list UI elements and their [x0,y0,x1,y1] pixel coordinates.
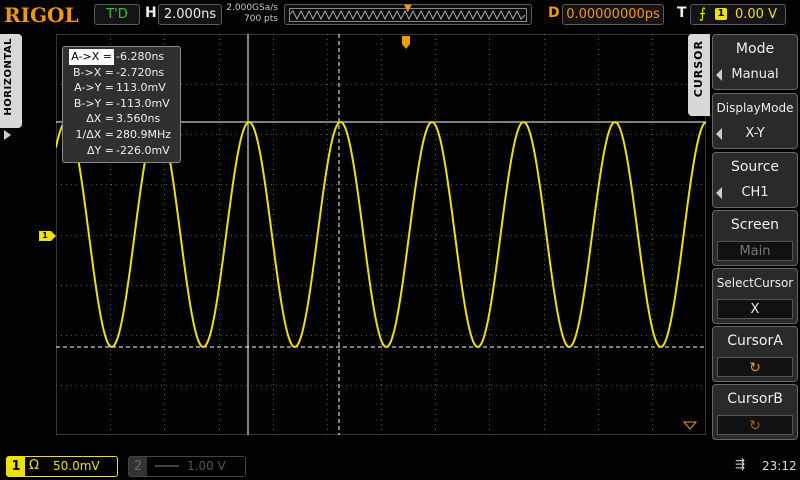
horizontal-tab-label: HORIZONTAL [3,38,14,116]
menu-cursor-b-title: CursorB [727,391,783,407]
menu-mode-value: Manual [731,67,779,82]
measurement-row: A->X = -6.280ns [69,49,165,65]
cursor-tab[interactable]: CURSOR [688,34,710,116]
delay-label: D [548,5,560,21]
measurement-row: ΔY = -226.0mV [87,143,170,157]
ch2-settings[interactable]: 2 1.00 V [128,456,246,477]
acquisition-info: 2.000GSa/s 700 pts [226,3,278,25]
measurement-row: A->Y = 113.0mV [74,81,166,95]
menu-select-cursor-title: SelectCursor [716,276,794,290]
clock: 23:12 [762,459,797,473]
menu-mode[interactable]: Mode Manual [712,34,798,90]
cursor-measurement-panel: A->X = -6.280ns B->X = -2.720ns A->Y = 113.… [62,46,181,163]
delay-value[interactable]: 0.00000000ps [562,4,664,25]
menu-cursor-a[interactable]: CursorA ↻ [712,326,798,382]
run-status[interactable]: T'D [94,4,140,25]
horizontal-arrow-icon [4,130,11,140]
menu-screen-value: Main [717,241,793,261]
ch1-offset-marker[interactable]: 1 [39,231,56,241]
usb-icon: ⇶ [735,457,746,471]
menu-cursor-a-knob: ↻ [717,357,793,377]
memory-depth: 700 pts [244,14,278,24]
trigger-label: T [677,5,687,21]
bottom-status-bar: 1 Ω 50.0mV 2 1.00 V ⇶ 23:12 [0,452,800,480]
timebase-value[interactable]: 2.000ns [158,4,222,25]
menu-screen-title: Screen [730,217,780,233]
trigger-channel: 1 [715,8,727,20]
top-status-bar: RIGOL T'D H 2.000ns 2.000GSa/s 700 pts ▼… [0,0,800,30]
horizontal-tab[interactable]: HORIZONTAL [0,34,22,128]
horizontal-label: H [145,5,157,21]
trigger-level: 0.00 V [735,7,777,22]
sample-rate: 2.000GSa/s [226,3,278,13]
menu-cursor-a-title: CursorA [727,333,783,349]
menu-display-mode-value: X-Y [745,126,765,141]
measurement-row: B->X = -2.720ns [73,65,165,79]
brand-logo: RIGOL [4,3,79,27]
trigger-position-icon: ▼ [404,3,412,14]
ch2-number: 2 [129,457,147,476]
measurement-row: B->Y = -113.0mV [73,96,170,110]
rising-edge-icon: ⨍ [699,6,707,22]
knob-icon: ↻ [749,360,761,376]
impedance-icon: Ω [29,458,39,473]
trigger-settings[interactable]: ⨍ 1 0.00 V [690,4,786,25]
menu-select-cursor[interactable]: SelectCursor X [712,268,798,324]
ch1-scale: 50.0mV [53,459,100,473]
coupling-icon [155,465,179,467]
ch1-number: 1 [7,457,25,476]
memory-overview[interactable]: ▼ [284,3,532,25]
menu-source[interactable]: Source CH1 [712,152,798,208]
menu-mode-title: Mode [735,41,775,57]
menu-screen[interactable]: Screen Main [712,210,798,266]
measurement-row: ΔX = 3.560ns [86,112,161,126]
ch1-settings[interactable]: 1 Ω 50.0mV [6,456,118,477]
menu-source-value: CH1 [741,185,769,200]
menu-cursor-b-knob: ↻ [717,415,793,435]
menu-cursor-b[interactable]: CursorB ↻ [712,384,798,440]
measurement-row: 1/ΔX = 280.9MHz [75,127,172,141]
knob-icon: ↻ [749,418,761,434]
menu-display-mode-title: DisplayMode [716,101,794,115]
menu-source-title: Source [730,159,780,175]
menu-select-cursor-value: X [717,299,793,319]
menu-display-mode[interactable]: DisplayMode X-Y [712,93,798,149]
ch2-scale: 1.00 V [187,459,226,473]
cursor-tab-label: CURSOR [692,40,705,98]
